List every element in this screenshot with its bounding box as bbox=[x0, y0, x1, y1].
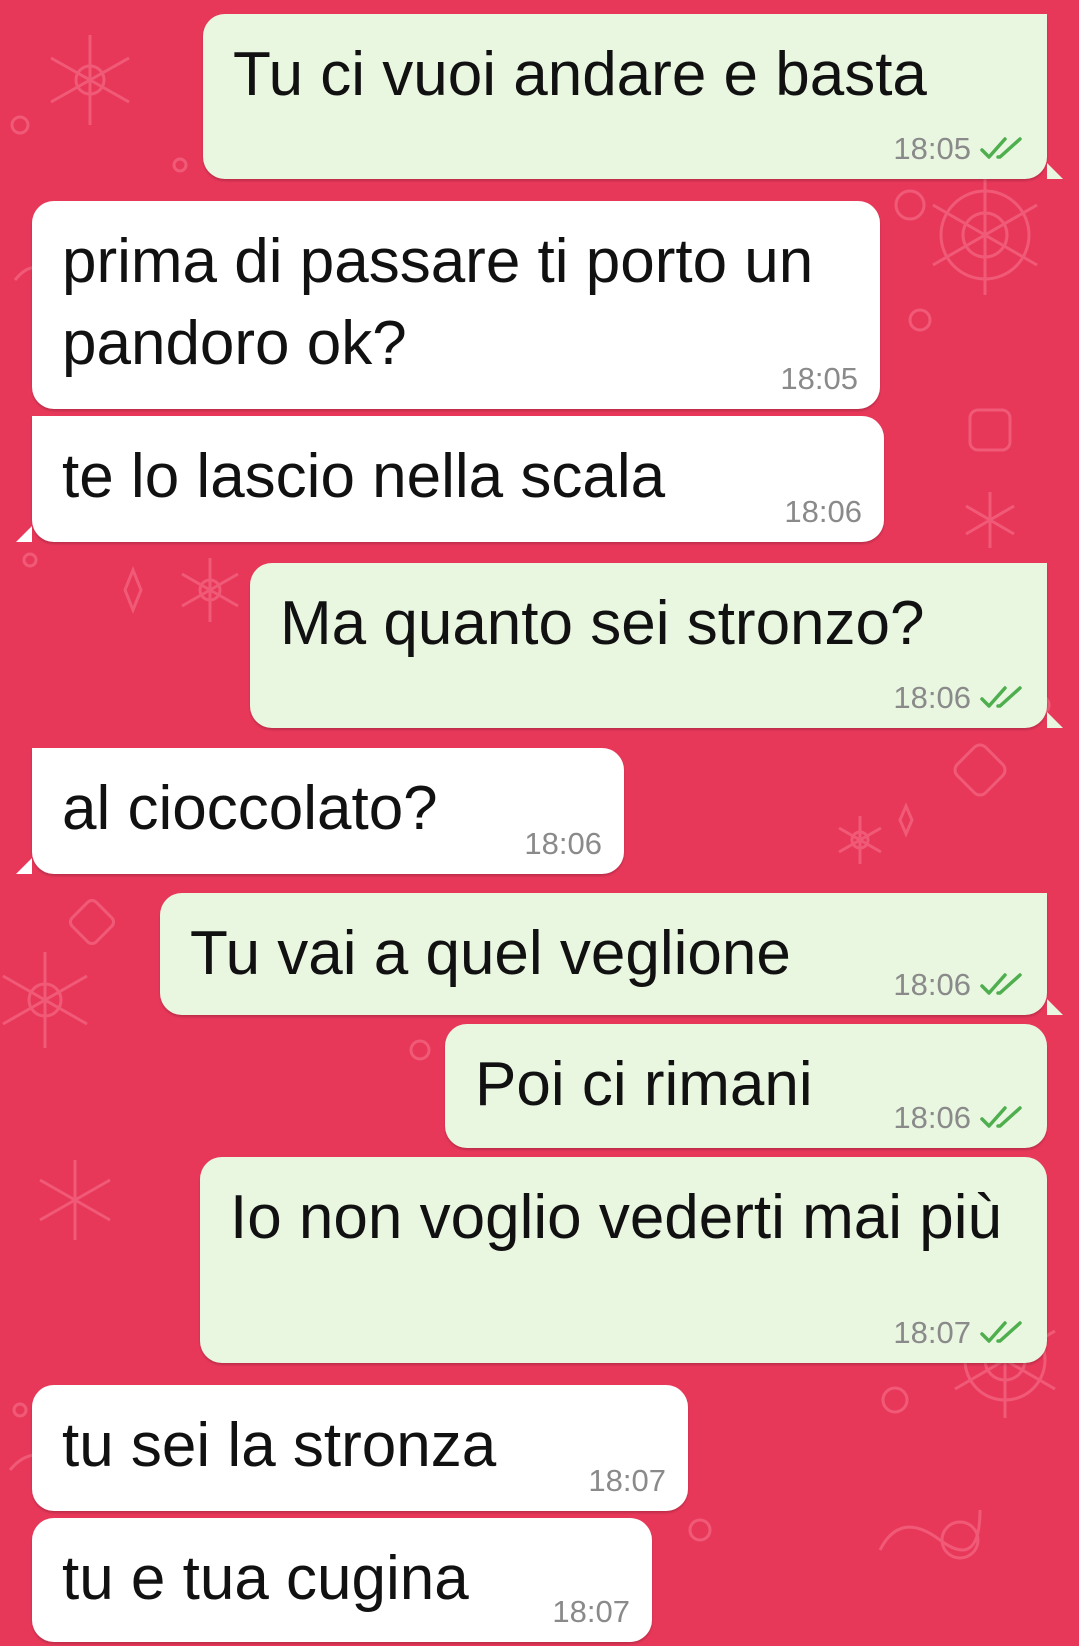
message-time: 18:06 bbox=[893, 1100, 971, 1135]
message-bubble-incoming[interactable]: al cioccolato? 18:06 bbox=[16, 748, 624, 874]
message-time: 18:06 bbox=[784, 494, 862, 529]
message-text: te lo lascio nella scala bbox=[62, 442, 666, 511]
double-check-icon bbox=[980, 973, 1022, 995]
message-meta: 18:06 bbox=[893, 1098, 1025, 1138]
message-text: Ma quanto sei stronzo? bbox=[280, 589, 925, 658]
message-meta: 18:06 bbox=[893, 965, 1025, 1005]
message-time: 18:05 bbox=[780, 361, 858, 396]
message-bubble-incoming[interactable]: prima di passare ti porto un pandoro ok?… bbox=[32, 201, 880, 409]
message-text: tu sei la stronza bbox=[62, 1411, 497, 1480]
double-check-icon bbox=[980, 1106, 1022, 1128]
message-time: 18:07 bbox=[588, 1463, 666, 1498]
double-check-icon bbox=[980, 137, 1022, 159]
message-text: Io non voglio vederti mai più bbox=[230, 1183, 1003, 1252]
message-meta: 18:06 bbox=[524, 824, 602, 864]
message-meta: 18:06 bbox=[784, 492, 862, 532]
message-text: Tu vai a quel veglione bbox=[190, 919, 791, 988]
message-bubble-outgoing[interactable]: Tu vai a quel veglione 18:06 bbox=[160, 893, 1063, 1015]
message-bubble-incoming[interactable]: tu e tua cugina 18:07 bbox=[32, 1518, 652, 1642]
message-time: 18:06 bbox=[893, 680, 971, 715]
message-bubble-outgoing[interactable]: Tu ci vuoi andare e basta 18:05 bbox=[203, 14, 1063, 179]
message-meta: 18:05 bbox=[780, 359, 858, 399]
message-text: tu e tua cugina bbox=[62, 1544, 469, 1613]
message-text: Tu ci vuoi andare e basta bbox=[233, 40, 927, 109]
message-meta: 18:07 bbox=[552, 1592, 630, 1632]
message-meta: 18:06 bbox=[893, 678, 1025, 718]
message-time: 18:07 bbox=[552, 1594, 630, 1629]
message-text: al cioccolato? bbox=[62, 774, 438, 843]
message-text: prima di passare ti porto un pandoro ok? bbox=[62, 227, 814, 378]
message-meta: 18:05 bbox=[893, 129, 1025, 169]
double-check-icon bbox=[980, 686, 1022, 708]
message-time: 18:07 bbox=[893, 1315, 971, 1350]
message-bubble-outgoing[interactable]: Ma quanto sei stronzo? 18:06 bbox=[250, 563, 1063, 728]
message-time: 18:06 bbox=[893, 967, 971, 1002]
message-bubble-incoming[interactable]: tu sei la stronza 18:07 bbox=[32, 1385, 688, 1511]
message-bubble-incoming[interactable]: te lo lascio nella scala 18:06 bbox=[16, 416, 884, 542]
message-bubble-outgoing[interactable]: Io non voglio vederti mai più 18:07 bbox=[200, 1157, 1047, 1363]
message-time: 18:06 bbox=[524, 826, 602, 861]
message-time: 18:05 bbox=[893, 131, 971, 166]
message-bubble-outgoing[interactable]: Poi ci rimani 18:06 bbox=[445, 1024, 1047, 1148]
message-meta: 18:07 bbox=[588, 1461, 666, 1501]
message-meta: 18:07 bbox=[893, 1313, 1025, 1353]
double-check-icon bbox=[980, 1321, 1022, 1343]
